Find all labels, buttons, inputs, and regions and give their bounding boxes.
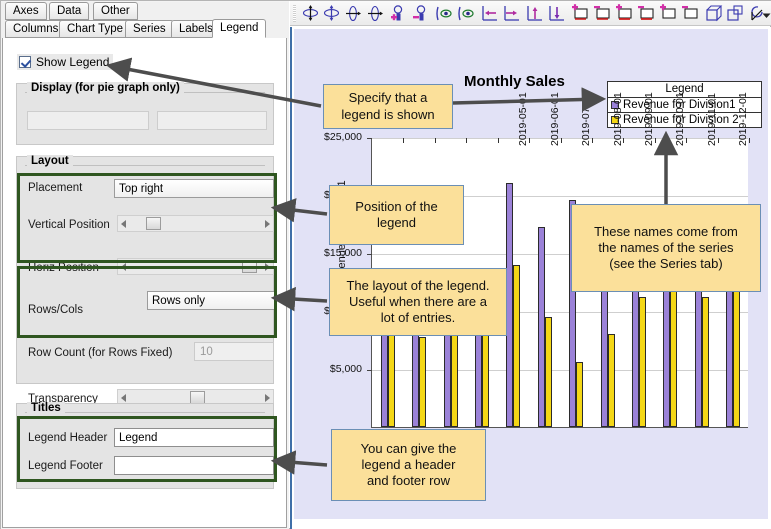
- callout-series-names: These names come from the names of the s…: [571, 204, 761, 292]
- callout-show-legend: Specify that a legend is shown: [323, 84, 453, 129]
- callout-titles: You can give the legend a header and foo…: [331, 429, 486, 501]
- callout-text: These names come from the names of the s…: [594, 223, 738, 272]
- callout-text: Position of the legend: [355, 198, 438, 230]
- callout-layout: The layout of the legend. Useful when th…: [329, 268, 507, 336]
- chart-options-window: Axes Data Other Columns Chart Type Serie…: [0, 0, 771, 529]
- callout-text: Specify that a legend is shown: [341, 90, 435, 122]
- callout-text: The layout of the legend. Useful when th…: [346, 277, 490, 326]
- callout-placement: Position of the legend: [329, 185, 464, 245]
- callout-text: You can give the legend a header and foo…: [360, 440, 457, 489]
